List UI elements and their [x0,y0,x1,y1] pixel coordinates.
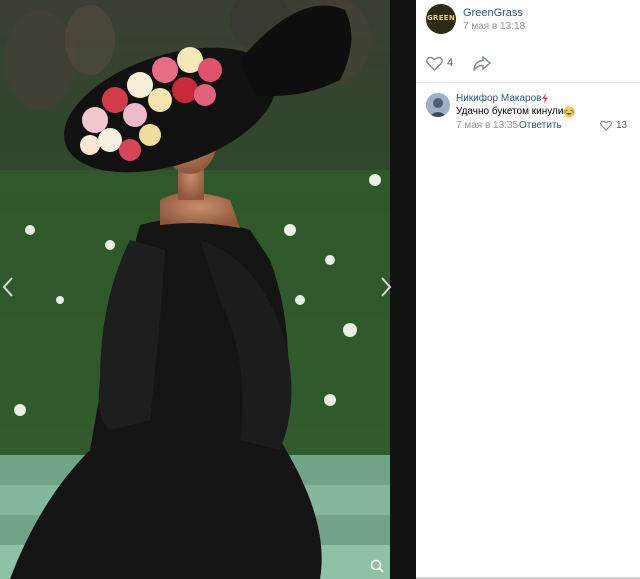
comment-author-link[interactable]: Никифор Макаров [456,93,542,104]
post-actions: 4 [416,44,640,80]
zoom-icon[interactable] [370,559,384,573]
post-photo[interactable] [0,0,390,579]
divider [416,82,640,83]
chevron-left-icon[interactable] [0,276,16,298]
reply-link[interactable]: Ответить [519,120,562,131]
comment-item: Никифор Макаров Удачно букетом кинули 7 … [416,88,640,138]
heart-icon[interactable] [426,56,443,71]
photo-viewer [0,0,416,579]
heart-icon[interactable] [600,120,612,131]
post-header: GREEN GreenGrass 7 мая в 13:18 [416,0,640,42]
avatar-logo-text: GREEN [426,14,456,22]
lightning-icon [542,93,548,104]
comment-like-count: 13 [616,120,628,131]
like-count: 4 [447,57,454,69]
share-icon[interactable] [473,56,491,71]
post-panel: GREEN GreenGrass 7 мая в 13:18 4 Никифор… [416,0,640,579]
comment-date[interactable]: 7 мая в 13:35 [456,120,518,131]
avatar[interactable]: GREEN [426,4,456,34]
comment-text: Удачно букетом кинули [456,106,564,117]
post-date[interactable]: 7 мая в 13:18 [463,21,525,32]
commenter-avatar[interactable] [426,93,450,117]
post-author-link[interactable]: GreenGrass [463,7,523,19]
laughing-emoji-icon [563,106,575,118]
chevron-right-icon[interactable] [378,276,394,298]
